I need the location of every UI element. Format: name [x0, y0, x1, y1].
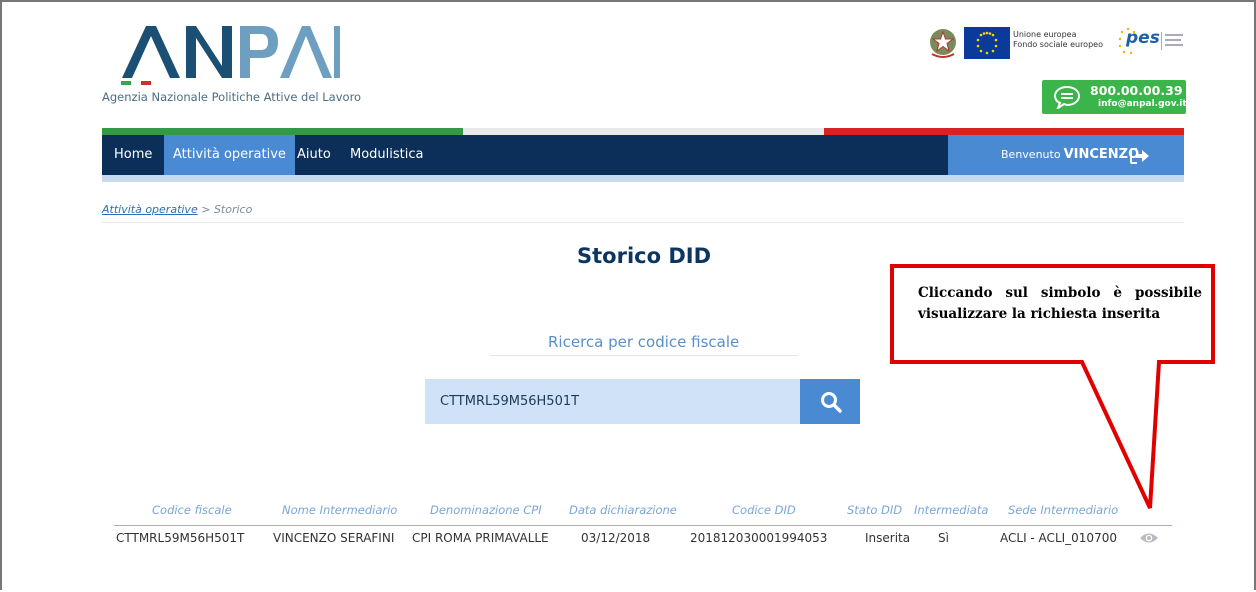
- cell-codice-fiscale: CTTMRL59M56H501T: [116, 531, 245, 545]
- pes-smalltext-3: [1165, 44, 1183, 46]
- flag-white: [131, 81, 141, 85]
- pes-smalltext-2: [1165, 39, 1181, 41]
- logo-subtitle: Agenzia Nazionale Politiche Attive del L…: [102, 90, 362, 104]
- pes-logo: pes: [1117, 26, 1184, 56]
- logout-icon[interactable]: [1130, 148, 1150, 164]
- main-nav: Home Attività operative Aiuto Modulistic…: [102, 135, 1184, 175]
- cell-sede-intermediario: ACLI - ACLI_010700: [1000, 531, 1117, 545]
- welcome-label: Benvenuto: [1001, 148, 1061, 161]
- eu-text-line2: Fondo sociale europeo: [1013, 40, 1103, 49]
- search-button[interactable]: [800, 379, 860, 424]
- tri-white: [463, 128, 824, 135]
- th-codice-fiscale: Codice fiscale: [152, 503, 232, 517]
- pes-text: pes: [1126, 28, 1160, 48]
- flag-green: [121, 81, 131, 85]
- contact-box[interactable]: 800.00.00.39 info@anpal.gov.it: [1042, 80, 1187, 114]
- view-eye-icon[interactable]: [1139, 531, 1159, 545]
- cell-nome-intermediario: VINCENZO SERAFINI: [273, 531, 395, 545]
- eu-text: Unione europea Fondo sociale europeo: [1013, 30, 1103, 50]
- cell-denominazione-cpi: CPI ROMA PRIMAVALLE: [412, 531, 549, 545]
- table-header-divider: [114, 525, 1172, 526]
- nav-underline: [102, 175, 1184, 182]
- anpal-logo-mark: [122, 26, 340, 78]
- welcome-text: Benvenuto VINCENZO: [1001, 135, 1139, 175]
- cell-codice-did: 201812030001994053: [690, 531, 828, 545]
- breadcrumb-link[interactable]: Attività operative: [102, 203, 198, 216]
- breadcrumb-current: Storico: [213, 203, 253, 216]
- cell-stato-did: Inserita: [865, 531, 911, 545]
- breadcrumb: Attività operative > Storico: [102, 203, 252, 216]
- chat-icon: [1053, 85, 1081, 109]
- tri-green: [102, 128, 463, 135]
- annotation-text: Cliccando sul simbolo è possibile visual…: [918, 285, 1202, 322]
- tricolore-bar: [102, 128, 1184, 135]
- nav-modulistica[interactable]: Modulistica: [341, 135, 432, 175]
- th-data-dichiarazione: Data dichiarazione: [569, 503, 677, 517]
- eu-text-line1: Unione europea: [1013, 30, 1077, 39]
- search-label-divider: [490, 355, 798, 356]
- user-menu[interactable]: Benvenuto VINCENZO: [948, 135, 1184, 175]
- th-codice-did: Codice DID: [732, 503, 796, 517]
- pes-smalltext-1: [1165, 34, 1183, 36]
- nav-home[interactable]: Home: [105, 135, 161, 175]
- page-title: Storico DID: [577, 244, 712, 268]
- pes-divider: [1161, 32, 1162, 50]
- th-nome-intermediario: Nome Intermediario: [282, 503, 398, 517]
- breadcrumb-divider: [102, 222, 1184, 223]
- search-icon: [821, 392, 842, 413]
- contact-email: info@anpal.gov.it: [1098, 99, 1187, 109]
- cell-data-dichiarazione: 03/12/2018: [581, 531, 651, 545]
- flag-red: [141, 81, 151, 85]
- th-denominazione-cpi: Denominazione CPI: [430, 503, 542, 517]
- tri-red: [824, 128, 1184, 135]
- nav-attivita-operative[interactable]: Attività operative: [164, 135, 295, 175]
- user-name: VINCENZO: [1063, 147, 1140, 162]
- breadcrumb-separator: >: [201, 203, 211, 216]
- contact-phone: 800.00.00.39: [1090, 83, 1183, 98]
- codice-fiscale-input[interactable]: [425, 379, 800, 424]
- anpal-logo[interactable]: Agenzia Nazionale Politiche Attive del L…: [102, 18, 372, 118]
- nav-aiuto[interactable]: Aiuto: [288, 135, 340, 175]
- cell-intermediata: Sì: [938, 531, 949, 545]
- search-label: Ricerca per codice fiscale: [548, 333, 740, 351]
- italian-republic-emblem-icon: [930, 29, 956, 58]
- eu-flag-icon: [964, 27, 1010, 59]
